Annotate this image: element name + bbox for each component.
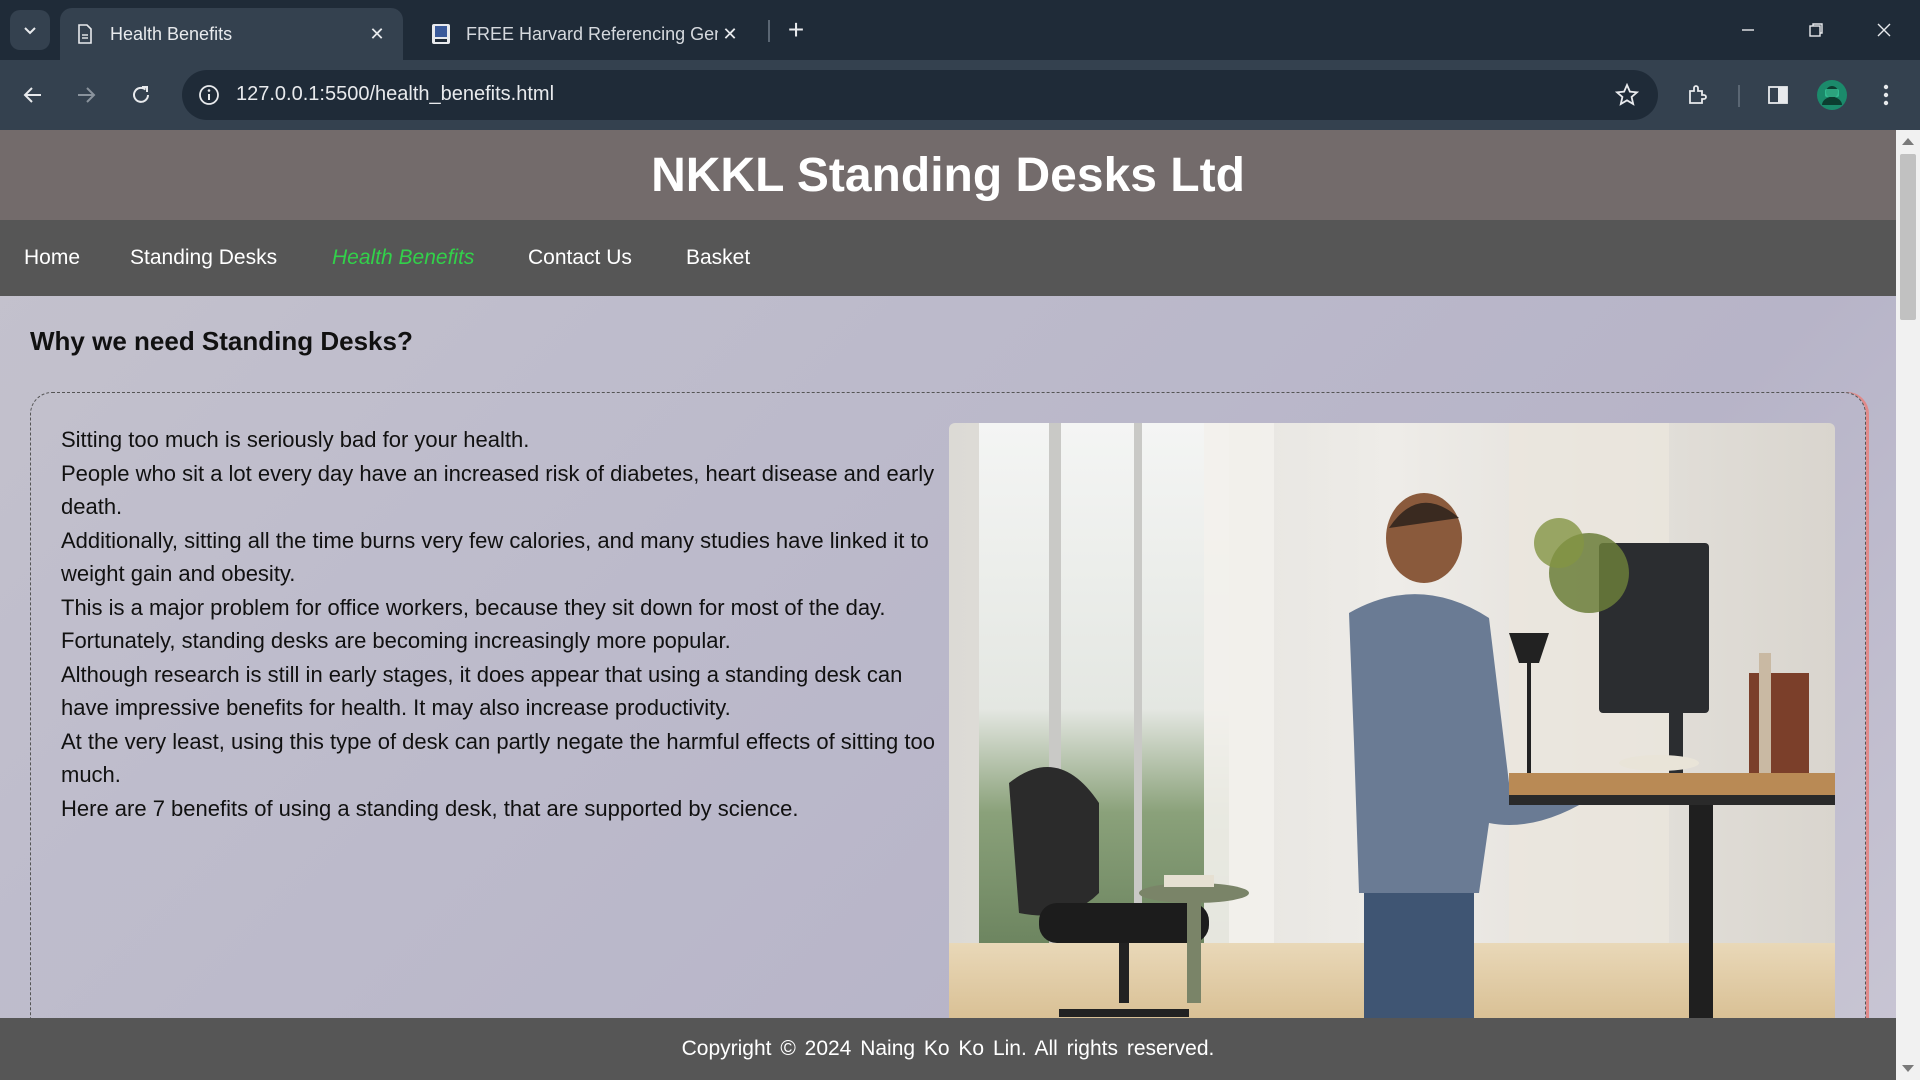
close-window-icon[interactable] [1864,10,1904,50]
close-icon[interactable]: ✕ [365,22,389,46]
site-footer: Copyright © 2024 Naing Ko Ko Lin. All ri… [0,1018,1896,1080]
restore-icon[interactable] [1796,10,1836,50]
scroll-up-arrow[interactable] [1902,138,1914,145]
paragraph: Sitting too much is seriously bad for yo… [61,427,530,452]
info-icon[interactable] [194,80,224,110]
page-viewport: NKKL Standing Desks Ltd Home Standing De… [0,130,1896,1080]
paragraph: At the very least, using this type of de… [61,728,935,788]
plus-icon[interactable]: + [780,14,812,46]
paragraph: Additionally, sitting all the time burns… [61,527,929,587]
browser-tabstrip: Health Benefits ✕ FREE Harvard Referenci… [0,0,1920,60]
tab-title: Health Benefits [110,23,233,44]
tab-harvard-referencing[interactable]: FREE Harvard Referencing Gene ✕ [416,8,756,60]
article-text: Sitting too much is seriously bad for yo… [61,423,941,825]
standing-desk-photo [949,423,1835,1023]
site-nav: Home Standing Desks Health Benefits Cont… [0,220,1896,296]
scrollbar-thumb[interactable] [1900,154,1916,320]
site-header: NKKL Standing Desks Ltd [0,130,1896,220]
star-icon[interactable] [1612,80,1642,110]
scroll-down-arrow[interactable] [1902,1065,1914,1072]
url-text[interactable]: 127.0.0.1:5500/health_benefits.html [236,83,554,106]
paragraph: This is a major problem for office worke… [61,594,886,654]
forward-icon[interactable] [66,75,106,115]
side-panel-icon[interactable] [1758,75,1798,115]
tab-search-icon[interactable] [10,10,50,50]
nav-standing-desks[interactable]: Standing Desks [130,246,277,270]
section-heading: Why we need Standing Desks? [30,326,413,356]
tab-title: FREE Harvard Referencing Gene [466,23,718,44]
book-icon [430,23,452,45]
copyright-text: Copyright © 2024 Naing Ko Ko Lin. All ri… [681,1037,1215,1060]
reload-icon[interactable] [121,75,161,115]
nav-health-benefits[interactable]: Health Benefits [332,246,474,270]
paragraph: People who sit a lot every day have an i… [61,460,935,520]
toolbar-divider [1738,85,1740,107]
paragraph: Here are 7 benefits of using a standing … [61,795,799,821]
extensions-icon[interactable] [1678,75,1718,115]
site-title: NKKL Standing Desks Ltd [651,148,1245,202]
close-icon[interactable]: ✕ [718,22,742,46]
minimize-icon[interactable] [1728,10,1768,50]
kebab-menu-icon[interactable] [1866,75,1906,115]
paragraph: Although research is still in early stag… [61,661,903,721]
vertical-scrollbar[interactable] [1896,130,1920,1080]
address-bar[interactable]: 127.0.0.1:5500/health_benefits.html [182,70,1658,120]
profile-avatar[interactable] [1812,75,1852,115]
nav-home[interactable]: Home [24,246,80,270]
browser-toolbar: 127.0.0.1:5500/health_benefits.html [0,60,1920,130]
back-icon[interactable] [13,75,53,115]
nav-contact-us[interactable]: Contact Us [528,246,632,270]
content-box: Sitting too much is seriously bad for yo… [30,392,1866,1080]
tab-health-benefits[interactable]: Health Benefits ✕ [60,8,403,60]
page-icon [74,23,96,45]
tab-divider [768,20,770,42]
nav-basket[interactable]: Basket [686,246,750,270]
